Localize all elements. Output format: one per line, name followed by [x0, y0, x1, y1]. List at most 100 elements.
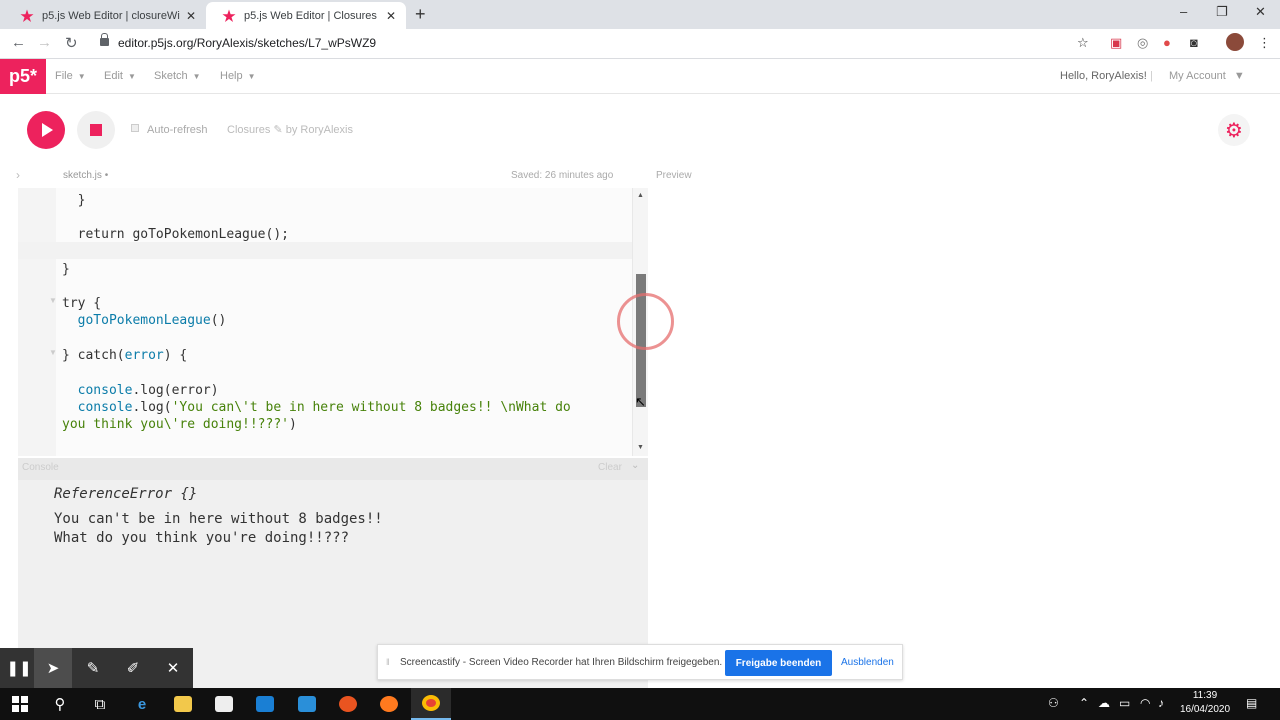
cursor-tool-icon[interactable]: ➤: [34, 648, 72, 688]
search-icon[interactable]: ⚲: [40, 688, 80, 720]
menu-sketch[interactable]: Sketch ▼: [154, 70, 201, 82]
windows-taskbar: ⚲ ⧉ e ⚇ ⌃ ☁ ▭ ◠ ♪ 11:39 16/04/2020 ▤: [0, 688, 1280, 720]
volume-icon[interactable]: ♪: [1158, 696, 1164, 710]
menu-edit[interactable]: Edit ▼: [104, 70, 136, 82]
caret-down-icon: ▼: [247, 72, 256, 81]
camera-extension-icon[interactable]: ◙: [1190, 35, 1198, 50]
header-divider: |: [1150, 70, 1153, 82]
people-icon[interactable]: ⚇: [1048, 696, 1059, 710]
chrome-icon[interactable]: [411, 688, 451, 720]
fold-arrow-icon[interactable]: ▼: [49, 296, 57, 305]
file-explorer-icon[interactable]: [163, 688, 203, 720]
battery-icon[interactable]: ▭: [1119, 696, 1130, 710]
screen-share-notification: ‖ Screencastify - Screen Video Recorder …: [377, 644, 903, 680]
chrome-menu-icon[interactable]: ⋮: [1258, 35, 1271, 51]
taskbar-clock[interactable]: 11:39 16/04/2020: [1178, 689, 1232, 717]
close-tab-icon[interactable]: ✕: [386, 9, 396, 23]
ubuntu-icon[interactable]: [328, 688, 368, 720]
reload-icon[interactable]: ↻: [65, 34, 78, 52]
stop-sharing-button[interactable]: Freigabe beenden: [725, 650, 832, 676]
store-icon[interactable]: [204, 688, 244, 720]
scroll-down-arrow-icon[interactable]: ▼: [637, 444, 644, 451]
unsaved-indicator: •: [104, 170, 109, 181]
code-line: console.log(error): [77, 383, 219, 398]
browser-tab-closure-with-class[interactable]: p5.js Web Editor | closureWithCla ✕: [4, 2, 206, 29]
vscode-icon[interactable]: [287, 688, 327, 720]
line-gutter: [18, 188, 56, 456]
menu-file-label: File: [55, 70, 73, 82]
p5-favicon-icon: [20, 9, 34, 22]
caret-down-icon: ▼: [77, 72, 86, 81]
stop-button[interactable]: [77, 111, 115, 149]
code-line: } catch(error) {: [62, 348, 188, 363]
caret-down-icon: ▼: [192, 72, 201, 81]
console-header: Console Clear ⌄: [18, 458, 648, 480]
sketch-name: Closures: [227, 124, 271, 136]
my-account-menu[interactable]: My Account ▼: [1169, 70, 1245, 82]
drag-handle-icon[interactable]: ‖: [386, 657, 390, 667]
code-line: }: [62, 262, 70, 277]
pencil-icon[interactable]: ✎: [273, 124, 282, 136]
pause-icon[interactable]: ❚❚: [0, 648, 38, 688]
p5-logo[interactable]: p5*: [0, 59, 46, 94]
windows-logo-icon: [12, 696, 28, 712]
console-clear-button[interactable]: Clear: [598, 462, 622, 473]
onedrive-cloud-icon[interactable]: ☁: [1098, 696, 1110, 710]
maximize-window-button[interactable]: ❐: [1216, 4, 1228, 20]
clock-date: 16/04/2020: [1179, 704, 1231, 715]
pen-tool-icon[interactable]: ✎: [74, 648, 112, 688]
address-bar[interactable]: editor.p5js.org/RoryAlexis/sketches/L7_w…: [118, 36, 376, 50]
hide-notification-button[interactable]: Ausblenden: [841, 657, 894, 668]
lock-icon[interactable]: [100, 33, 109, 46]
minimize-window-button[interactable]: –: [1180, 4, 1187, 19]
scroll-up-arrow-icon[interactable]: ▲: [637, 192, 644, 199]
bookmark-star-icon[interactable]: ☆: [1077, 35, 1089, 51]
close-toolbar-icon[interactable]: ✕: [154, 648, 192, 688]
task-view-icon[interactable]: ⧉: [80, 688, 120, 720]
chevron-up-icon[interactable]: ⌃: [1079, 696, 1089, 710]
profile-avatar[interactable]: [1226, 33, 1244, 51]
forward-arrow-icon[interactable]: →: [37, 34, 52, 51]
settings-gear-icon[interactable]: ⚙: [1218, 114, 1250, 146]
clock-time: 11:39: [1192, 690, 1218, 701]
screencastify-toolbar: ❚❚ ➤ ✎ ✐ ✕: [0, 648, 193, 688]
code-line: you think you\'re doing!!???'): [62, 417, 297, 432]
code-line: console.log('You can\'t be in here witho…: [77, 400, 571, 415]
extension-circle-icon[interactable]: ◎: [1137, 35, 1148, 51]
auto-refresh-label: Auto-refresh: [147, 124, 208, 136]
auto-refresh-checkbox[interactable]: [131, 124, 139, 132]
windows-start-icon[interactable]: [0, 688, 40, 720]
new-tab-button[interactable]: +: [415, 5, 426, 23]
pocket-extension-icon[interactable]: ▣: [1110, 35, 1122, 51]
menu-file[interactable]: File ▼: [55, 70, 86, 82]
eraser-tool-icon[interactable]: ✐: [114, 648, 152, 688]
firefox-icon[interactable]: [369, 688, 409, 720]
file-tab-sketch-js[interactable]: sketch.js •: [63, 170, 108, 181]
mail-icon[interactable]: [245, 688, 285, 720]
browser-tab-closures[interactable]: p5.js Web Editor | Closures ✕: [206, 2, 406, 29]
menu-sketch-label: Sketch: [154, 70, 188, 82]
menu-help-label: Help: [220, 70, 243, 82]
close-window-button[interactable]: ✕: [1255, 4, 1266, 20]
console-log-line: You can't be in here without 8 badges!!: [54, 511, 383, 527]
chevron-right-icon[interactable]: ›: [16, 168, 20, 182]
menu-help[interactable]: Help ▼: [220, 70, 256, 82]
wifi-icon[interactable]: ◠: [1140, 696, 1150, 710]
active-line-highlight: [18, 242, 632, 259]
p5-favicon-icon: [222, 9, 236, 22]
notifications-icon[interactable]: ▤: [1246, 696, 1257, 710]
caret-down-icon: ▼: [1233, 70, 1245, 82]
screencastify-extension-icon[interactable]: ●: [1163, 35, 1171, 50]
edge-browser-icon[interactable]: e: [122, 688, 162, 720]
chevron-down-icon[interactable]: ⌄: [631, 460, 639, 471]
play-button[interactable]: [27, 111, 65, 149]
code-editor[interactable]: } return goToPokemonLeague(); } ▼ try { …: [18, 188, 648, 456]
code-line: return goToPokemonLeague();: [77, 227, 289, 242]
greeting-text: Hello, RoryAlexis!: [1060, 70, 1147, 82]
close-tab-icon[interactable]: ✕: [186, 9, 196, 23]
sketch-title[interactable]: Closures ✎ by RoryAlexis: [227, 123, 353, 136]
back-arrow-icon[interactable]: ←: [11, 34, 26, 51]
console-error-line: ReferenceError {}: [54, 486, 198, 502]
fold-arrow-icon[interactable]: ▼: [49, 348, 57, 357]
code-line: try {: [62, 296, 102, 311]
